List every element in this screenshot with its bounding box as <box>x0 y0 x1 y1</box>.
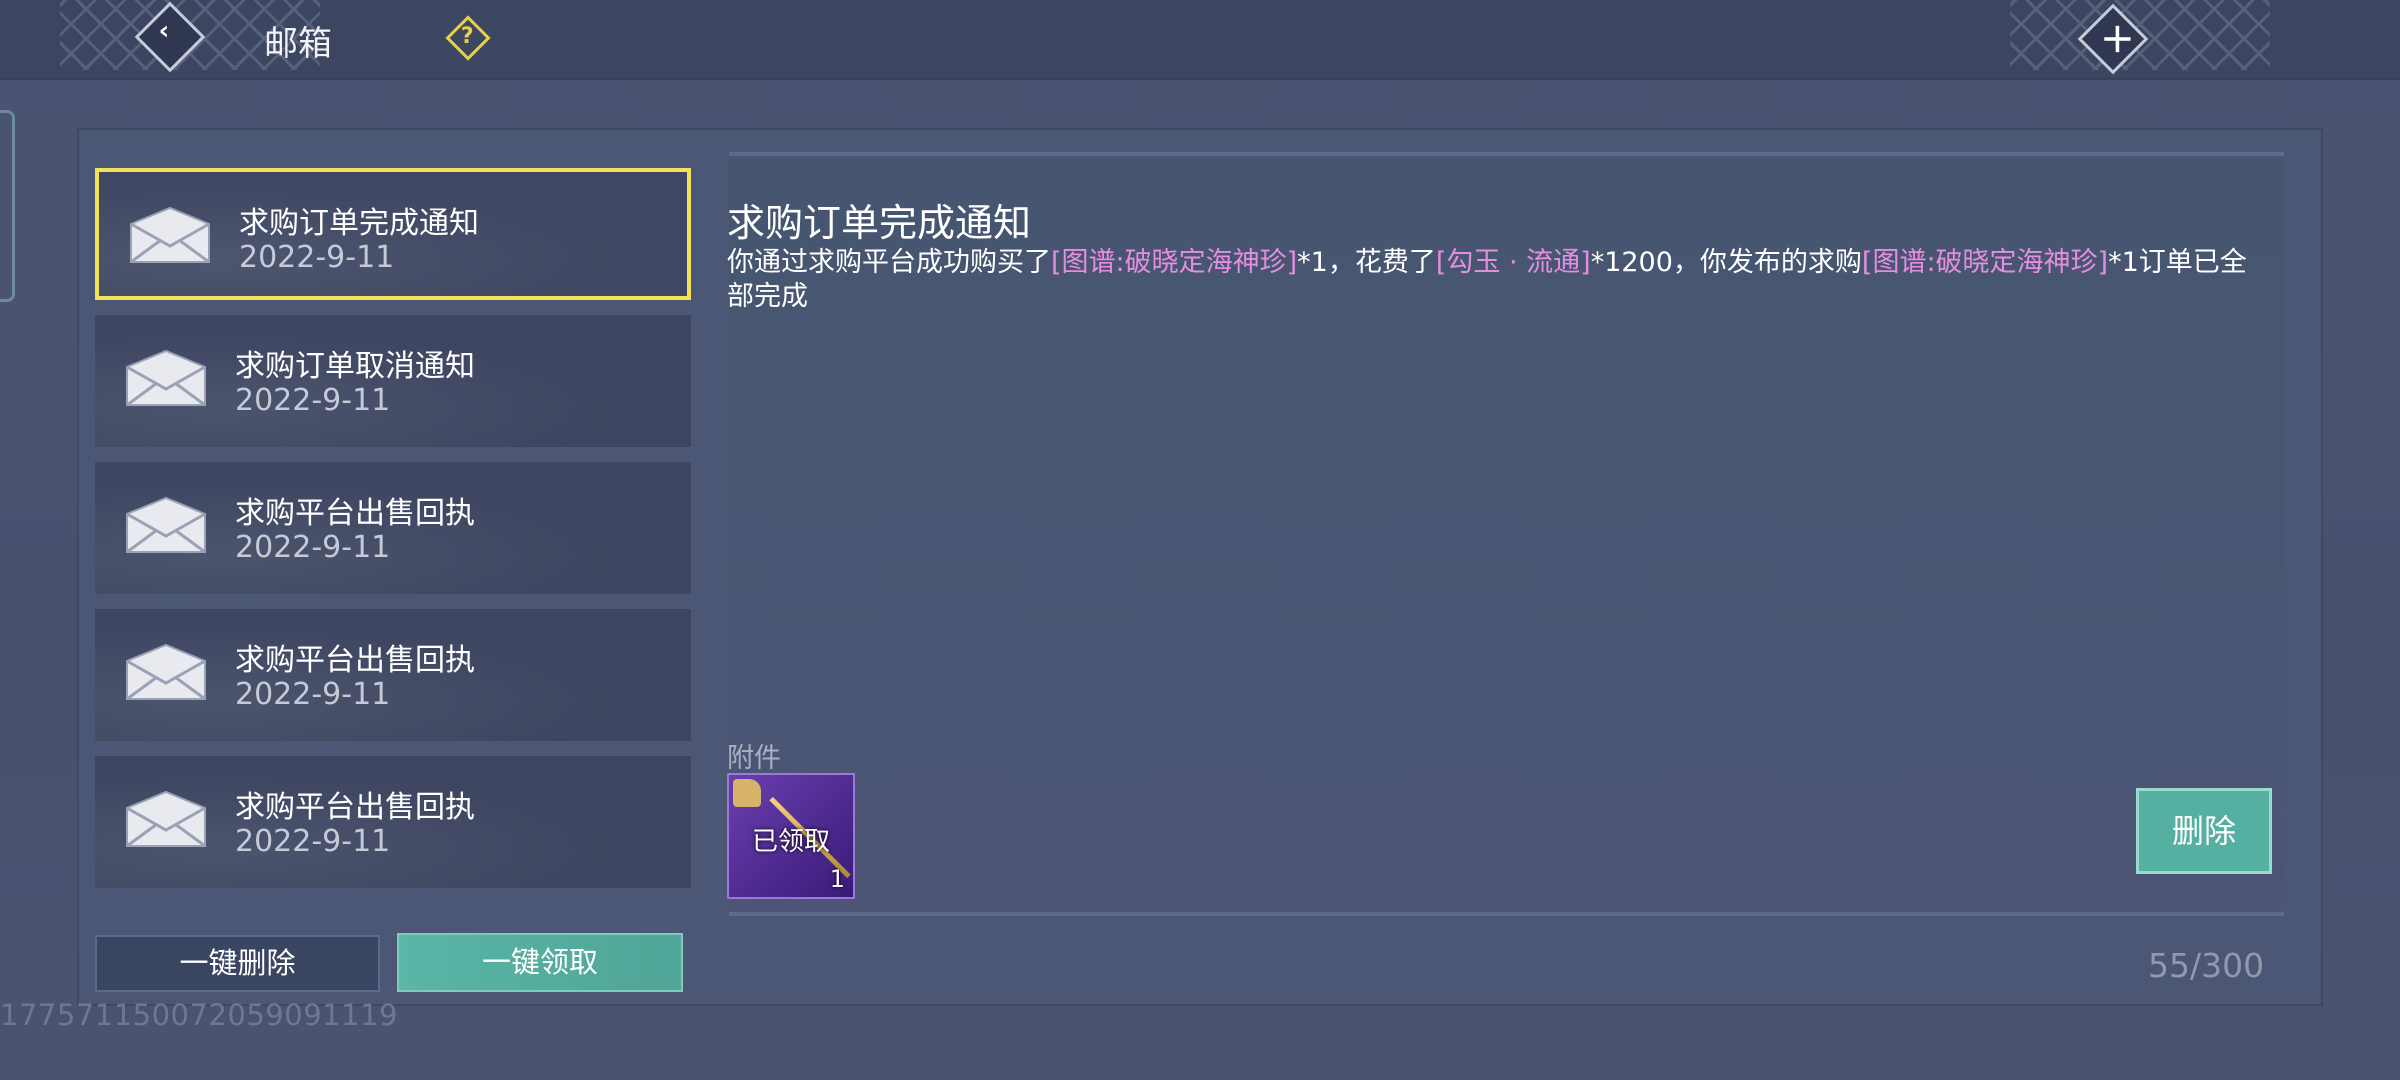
mail-title: 求购订单完成通知 <box>239 206 479 241</box>
side-tab[interactable] <box>0 110 15 302</box>
mail-date: 2022-9-11 <box>239 240 395 275</box>
mail-item[interactable]: 求购订单完成通知 2022-9-11 <box>95 168 691 300</box>
body-text: 你通过求购平台成功购买了 <box>727 247 1051 278</box>
mail-date: 2022-9-11 <box>235 530 391 565</box>
claimed-status: 已领取 <box>751 827 830 857</box>
mail-title: 求购平台出售回执 <box>235 643 475 678</box>
mail-item[interactable]: 求购平台出售回执 2022-9-11 <box>95 609 691 741</box>
currency-link[interactable]: [勾玉 · 流通] <box>1436 247 1591 278</box>
mail-title: 求购订单取消通知 <box>235 349 475 384</box>
divider <box>729 912 2284 916</box>
mail-count: 55/300 <box>2148 946 2265 985</box>
delete-button[interactable]: 删除 <box>2136 788 2272 874</box>
item-link[interactable]: [图谱:破晓定海神珍] <box>1051 247 1297 278</box>
mail-date: 2022-9-11 <box>235 824 391 859</box>
help-button[interactable]: ? <box>445 15 491 61</box>
attachment-item[interactable]: 已领取 1 <box>727 773 855 899</box>
mail-date: 2022-9-11 <box>235 677 391 712</box>
back-arrow-icon: ‹ <box>158 15 170 46</box>
top-bar: ‹ 邮箱 ? ✕ <box>0 0 2400 80</box>
envelope-icon <box>126 496 206 554</box>
user-id: 177571150072059091119 <box>0 998 398 1032</box>
envelope-icon <box>126 349 206 407</box>
item-type-icon <box>733 779 761 807</box>
mail-item[interactable]: 求购订单取消通知 2022-9-11 <box>95 315 691 447</box>
mail-item[interactable]: 求购平台出售回执 2022-9-11 <box>95 462 691 594</box>
mail-title: 求购平台出售回执 <box>235 790 475 825</box>
body-text: *1200，你发布的求购 <box>1590 247 1862 278</box>
body-text: *1，花费了 <box>1297 247 1436 278</box>
mail-detail-title: 求购订单完成通知 <box>727 201 1032 245</box>
envelope-icon <box>126 790 206 848</box>
envelope-icon <box>130 206 210 264</box>
delete-all-button[interactable]: 一键删除 <box>95 935 380 992</box>
mail-item[interactable]: 求购平台出售回执 2022-9-11 <box>95 756 691 888</box>
page-title: 邮箱 <box>264 24 332 64</box>
help-icon: ? <box>460 24 474 50</box>
mail-title: 求购平台出售回执 <box>235 496 475 531</box>
envelope-icon <box>126 643 206 701</box>
mail-date: 2022-9-11 <box>235 383 391 418</box>
mail-detail-body: 你通过求购平台成功购买了[图谱:破晓定海神珍]*1，花费了[勾玉 · 流通]*1… <box>727 246 2272 314</box>
item-link[interactable]: [图谱:破晓定海神珍] <box>1862 247 2108 278</box>
divider <box>729 152 2284 156</box>
attachment-label: 附件 <box>727 743 781 774</box>
item-quantity: 1 <box>829 865 845 893</box>
claim-all-button[interactable]: 一键领取 <box>397 933 683 992</box>
mail-list: 求购订单完成通知 2022-9-11 求购订单取消通知 2022-9-11 求购… <box>95 168 691 903</box>
